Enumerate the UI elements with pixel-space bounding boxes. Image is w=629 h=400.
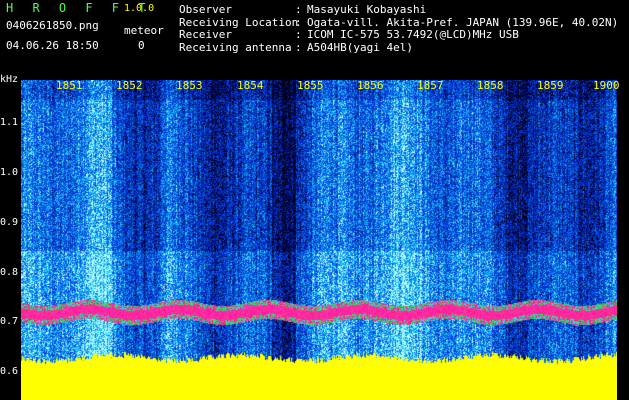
info-value: ICOM IC-575 53.7492(@LCD)MHz USB bbox=[307, 28, 519, 41]
info-value: A504HB(yagi 4el) bbox=[307, 40, 413, 54]
info-key: Observer bbox=[179, 3, 232, 16]
freq-tick-label: 1.1 bbox=[0, 117, 19, 128]
time-tick-label: 1853 bbox=[176, 79, 203, 92]
time-tick-label: 1854 bbox=[237, 79, 264, 92]
info-row-observer: Observer: Masayuki Kobayashi bbox=[179, 3, 427, 16]
info-row-antenna: Receiving antenna: A504HB(yagi 4el) bbox=[179, 40, 413, 54]
time-tick-label: 1855 bbox=[297, 79, 324, 92]
time-tick-label: 1852 bbox=[116, 79, 143, 92]
freq-unit-label: kHz bbox=[0, 74, 19, 85]
meteor-count: 0 bbox=[138, 39, 145, 52]
spectrogram bbox=[21, 80, 617, 400]
time-tick-label: 1900 bbox=[593, 79, 620, 92]
file-datetime: 04.06.26 18:50 bbox=[6, 39, 99, 52]
station-info: Observer: Masayuki Kobayashi Receiving L… bbox=[179, 3, 618, 54]
meteor-label: meteor bbox=[124, 24, 164, 37]
freq-tick-label: 0.8 bbox=[0, 267, 19, 278]
freq-tick-label: 0.6 bbox=[0, 366, 19, 377]
app-version: 1.0.0 bbox=[124, 3, 155, 14]
time-tick-label: 1857 bbox=[417, 79, 444, 92]
time-tick-label: 1859 bbox=[537, 79, 564, 92]
info-value: Masayuki Kobayashi bbox=[307, 3, 427, 16]
freq-tick-label: 0.9 bbox=[0, 217, 19, 228]
info-row-receiver: Receiver: ICOM IC-575 53.7492(@LCD)MHz U… bbox=[179, 28, 519, 41]
time-tick-label: 1858 bbox=[477, 79, 504, 92]
info-key: Receiving antenna bbox=[179, 40, 292, 54]
freq-tick-label: 1.0 bbox=[0, 167, 19, 178]
file-name: 0406261850.png bbox=[6, 19, 99, 32]
info-key: Receiver bbox=[179, 28, 232, 41]
time-tick-label: 1856 bbox=[357, 79, 384, 92]
time-tick-label: 1851 bbox=[56, 79, 83, 92]
freq-tick-label: 0.7 bbox=[0, 316, 19, 327]
